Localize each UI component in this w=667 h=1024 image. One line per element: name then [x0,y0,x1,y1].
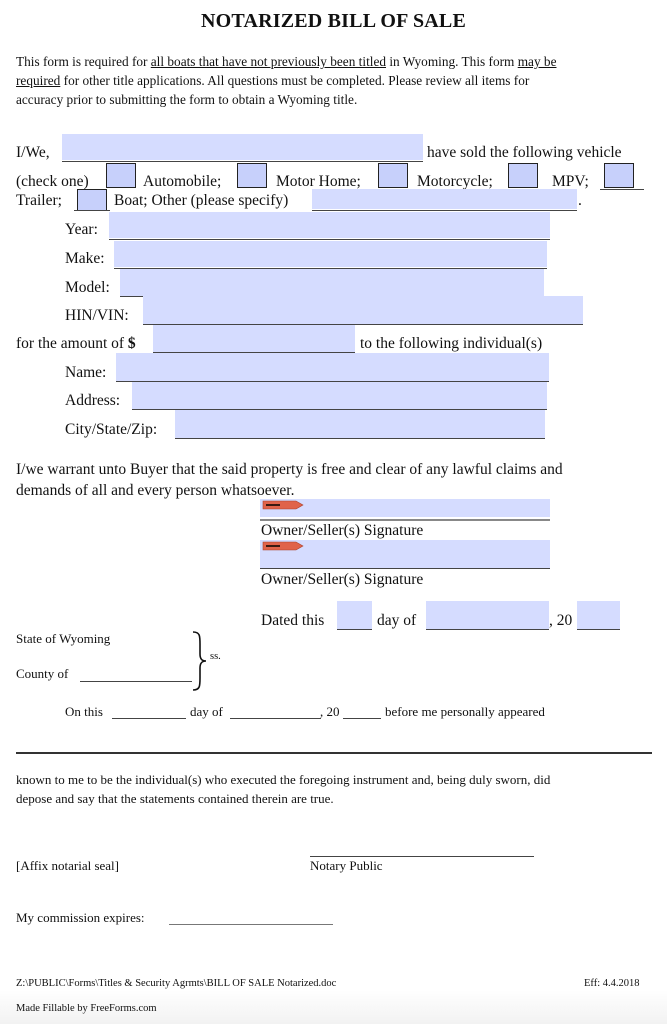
dated-day-field[interactable] [337,601,372,629]
intro-underline-required: required [16,73,61,88]
checkbox-mpv[interactable] [508,163,538,188]
brace-icon [192,631,207,691]
year-label: Year: [65,221,98,238]
checkbox-motorcycle[interactable] [378,163,408,188]
hin-vin-label: HIN/VIN: [65,307,129,324]
buyer-address-label: Address: [65,392,121,409]
other-period: . [578,192,582,209]
buyer-city-state-zip-underline [175,438,545,439]
option-trailer-label: Trailer; [16,192,62,209]
seller-suffix: have sold the following vehicle [427,144,622,161]
trailer-underline [600,189,644,190]
appeared-name-line[interactable] [16,752,652,754]
intro-underline-boats: all boats that have not previously been … [150,54,387,69]
option-boat-other-label: Boat; Other (please specify) [114,192,289,209]
make-label: Make: [65,250,105,267]
other-specify-underline [312,210,577,211]
other-specify-field[interactable] [312,189,577,209]
boat-underline [74,210,110,211]
seller-name-underline [62,161,423,162]
dated-month-underline [426,629,549,630]
intro-text: in Wyoming. This form [386,54,518,69]
amount-label: for the amount of $ [16,335,136,353]
intro-text: This form is required for [16,54,151,69]
sign-here-tag-icon [262,541,304,551]
seller-name-field[interactable] [62,134,423,160]
warranty-line-1: I/we warrant unto Buyer that the said pr… [16,461,563,478]
checkbox-automobile[interactable] [106,163,136,188]
dated-year-underline [577,629,620,630]
year-underline [109,239,550,240]
dated-label: Dated this [261,612,325,629]
warranty-line-2: demands of all and every person whatsoev… [16,482,295,499]
model-field[interactable] [120,269,544,296]
on-this-label: On this [65,704,103,719]
footer-made-fillable: Made Fillable by FreeForms.com [16,1003,157,1014]
buyer-city-state-zip-field[interactable] [175,410,545,438]
buyer-name-field[interactable] [116,353,549,381]
dated-year-prefix: , 20 [549,612,573,629]
amount-field[interactable] [153,325,355,352]
intro-underline-may-be: may be [517,54,557,69]
intro-text: accuracy prior to submitting the form to… [16,92,358,107]
intro-text: for other title applications. All questi… [60,73,530,88]
amount-prefix: for the amount of [16,335,128,352]
notary-public-label: Notary Public [310,858,383,873]
checkbox-boat[interactable] [77,189,107,211]
buyer-address-field[interactable] [132,382,547,409]
seller-label: I/We, [16,144,50,161]
seller-signature-1-underline [260,519,550,521]
dated-day-of-label: day of [377,612,417,629]
checkbox-motor-home[interactable] [237,163,267,188]
notary-year-prefix: , 20 [320,704,340,719]
notary-year-underline[interactable] [343,718,381,719]
model-label: Model: [65,279,110,296]
notary-day-underline[interactable] [112,718,186,719]
intro-paragraph: This form is required for all boats that… [16,52,656,109]
currency-symbol: $ [127,335,136,352]
hin-vin-field[interactable] [143,296,583,324]
state-label: State of Wyoming [16,631,111,646]
seller-signature-1-label: Owner/Seller(s) Signature [261,522,424,539]
buyer-name-label: Name: [65,364,107,381]
buyer-city-state-zip-label: City/State/Zip: [65,421,158,438]
notary-day-of-label: day of [190,704,223,719]
commission-label: My commission expires: [16,910,145,925]
appeared-label: before me personally appeared [385,704,545,719]
dated-month-field[interactable] [426,601,549,629]
known-line-2: depose and say that the statements conta… [16,791,334,806]
dated-day-underline [337,629,372,630]
seller-signature-2-label: Owner/Seller(s) Signature [261,571,424,588]
county-label: County of [16,666,69,681]
known-line-1: known to me to be the individual(s) who … [16,772,551,787]
ss-label: ss. [210,651,221,662]
footer-file-path: Z:\PUBLIC\Forms\Titles & Security Agrmts… [16,978,337,989]
notary-month-underline[interactable] [230,718,321,719]
amount-suffix: to the following individual(s) [360,335,543,352]
checkbox-trailer[interactable] [604,163,634,188]
dated-year-field[interactable] [577,601,620,629]
county-underline[interactable] [80,681,192,682]
sign-here-tag-icon [262,500,304,510]
year-field[interactable] [109,212,550,238]
notary-signature-line[interactable] [310,856,534,857]
footer-effective-date: Eff: 4.4.2018 [584,978,640,989]
commission-underline[interactable] [169,924,333,925]
page-title: NOTARIZED BILL OF SALE [200,10,467,32]
option-automobile-label: Automobile; [143,173,222,190]
notarial-seal-label: [Affix notarial seal] [16,858,119,873]
make-field[interactable] [114,241,547,267]
seller-signature-2-underline [260,568,550,569]
